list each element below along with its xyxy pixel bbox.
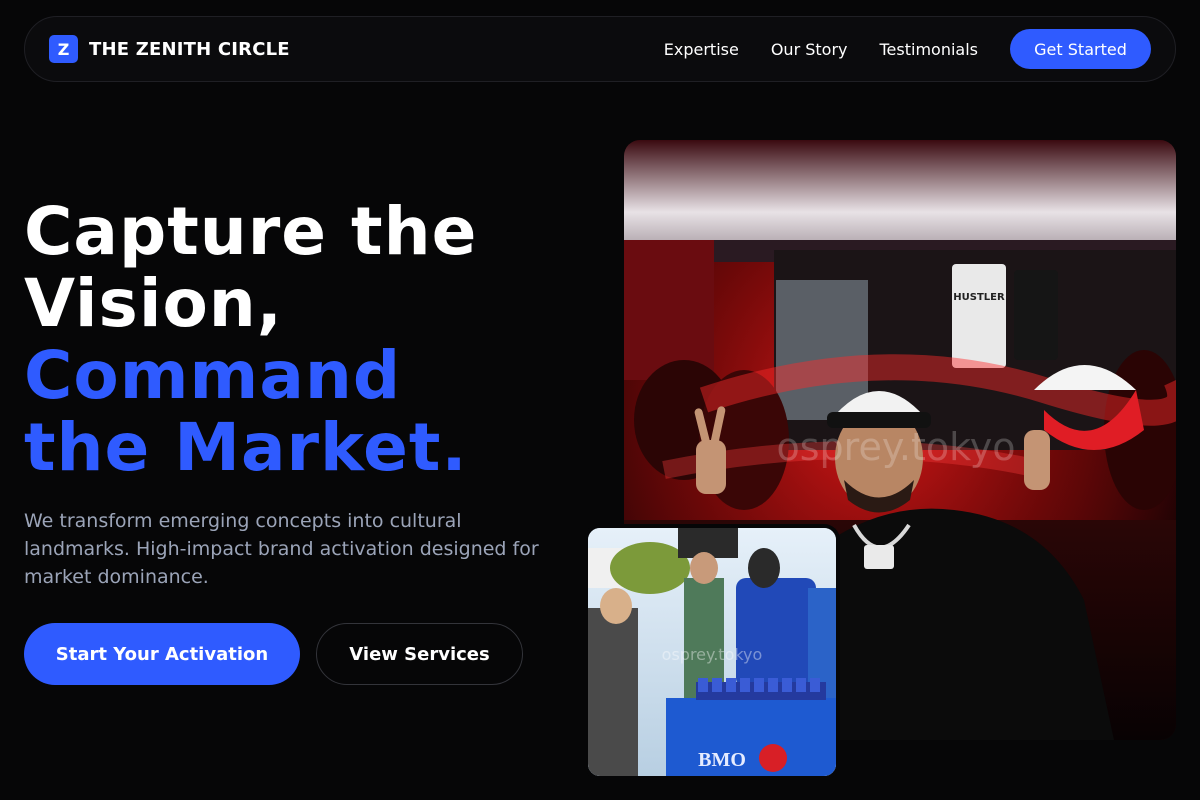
- start-activation-button[interactable]: Start Your Activation: [24, 623, 300, 685]
- view-services-button[interactable]: View Services: [316, 623, 523, 685]
- logo-icon: Z: [49, 35, 78, 63]
- get-started-button[interactable]: Get Started: [1010, 29, 1151, 69]
- main-photo-watermark: osprey.tokyo: [776, 425, 1015, 469]
- nav-link-expertise[interactable]: Expertise: [664, 40, 739, 59]
- headline-line-2: Vision,: [24, 265, 283, 342]
- nav-links: Expertise Our Story Testimonials Get Sta…: [664, 29, 1151, 69]
- headline-accent-line-2: the Market.: [24, 409, 468, 486]
- hero-subtext: We transform emerging concepts into cult…: [24, 510, 539, 588]
- nav-link-testimonials[interactable]: Testimonials: [880, 40, 979, 59]
- hero-headline: Capture the Vision, Command the Market.: [24, 196, 477, 484]
- brand-name: THE ZENITH CIRCLE: [89, 38, 290, 60]
- brand[interactable]: Z THE ZENITH CIRCLE: [49, 35, 290, 63]
- nav-link-our-story[interactable]: Our Story: [771, 40, 848, 59]
- inset-photo-illustration: BMO osprey.tokyo: [588, 528, 836, 776]
- headline-line-1: Capture the: [24, 193, 478, 270]
- shirt-text: HUSTLER: [953, 292, 1005, 303]
- inset-photo-watermark: osprey.tokyo: [662, 645, 763, 664]
- top-nav: Z THE ZENITH CIRCLE Expertise Our Story …: [24, 16, 1176, 82]
- table-brand-text: BMO: [698, 749, 746, 771]
- headline-accent-line-1: Command: [24, 337, 402, 414]
- inset-event-photo: BMO osprey.tokyo: [588, 528, 836, 776]
